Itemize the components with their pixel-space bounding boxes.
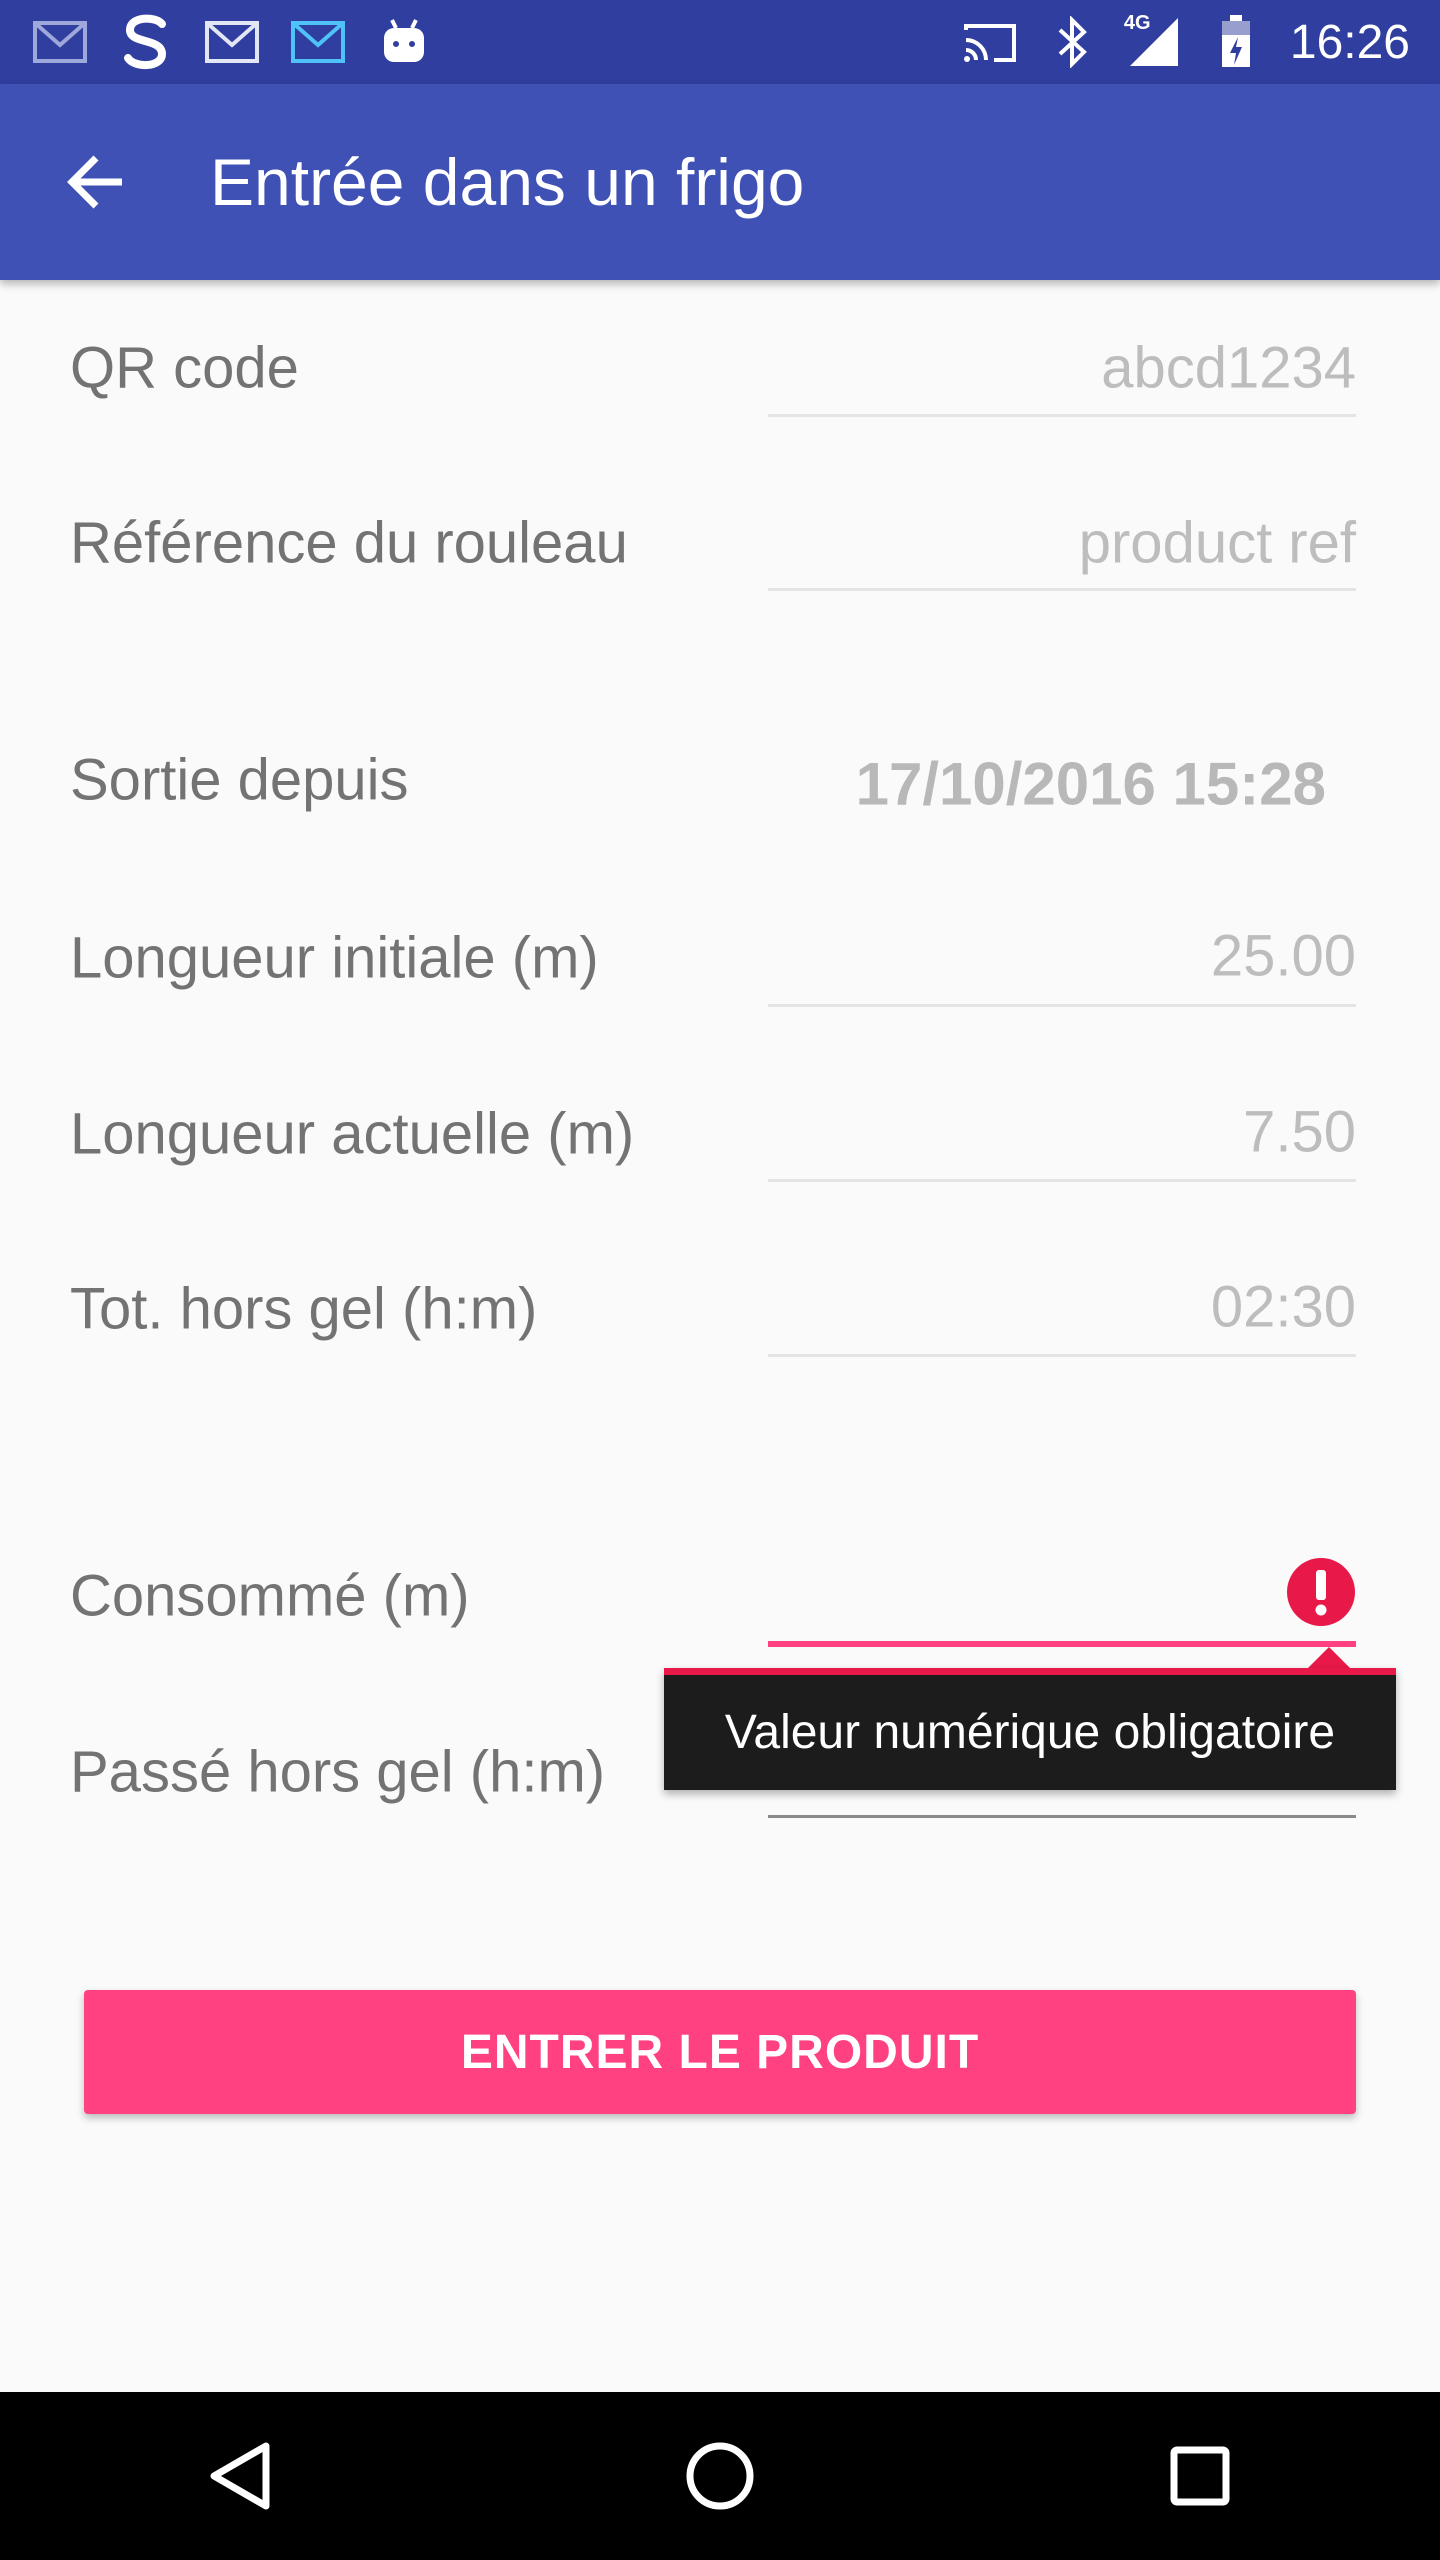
home-circle-icon bbox=[686, 2442, 754, 2510]
mail-icon bbox=[290, 14, 346, 70]
qr-code-label: QR code bbox=[70, 335, 299, 401]
error-tooltip-text: Valeur numérique obligatoire bbox=[724, 1706, 1336, 1759]
enter-product-button[interactable]: ENTRER LE PRODUIT bbox=[84, 1990, 1356, 2114]
tot-hors-gel-field[interactable]: 02:30 bbox=[1211, 1274, 1356, 1341]
longueur-actuelle-underline bbox=[768, 1179, 1356, 1182]
clock: 16:26 bbox=[1289, 15, 1410, 69]
back-triangle-icon bbox=[210, 2442, 270, 2510]
mail-icon bbox=[204, 14, 260, 70]
status-bar: 4G 16:26 bbox=[0, 0, 1440, 84]
consomme-label: Consommé (m) bbox=[70, 1563, 470, 1629]
longueur-initiale-underline bbox=[768, 1004, 1356, 1007]
sortie-date-value[interactable]: 17/10/2016 15:28 bbox=[856, 750, 1326, 819]
nav-back-button[interactable] bbox=[185, 2421, 295, 2531]
qr-code-field[interactable]: abcd1234 bbox=[1101, 335, 1356, 402]
notification-icons bbox=[0, 14, 432, 70]
s-app-icon bbox=[118, 14, 174, 70]
cast-icon bbox=[962, 14, 1018, 70]
error-tooltip: Valeur numérique obligatoire bbox=[664, 1668, 1396, 1790]
nav-recents-button[interactable] bbox=[1145, 2421, 1255, 2531]
signal-icon: 4G bbox=[1123, 12, 1182, 70]
network-label: 4G bbox=[1123, 12, 1151, 34]
bluetooth-icon bbox=[1044, 14, 1100, 70]
sortie-label: Sortie depuis bbox=[70, 747, 409, 813]
enter-product-button-label: ENTRER LE PRODUIT bbox=[460, 2025, 980, 2079]
nav-home-button[interactable] bbox=[665, 2421, 775, 2531]
longueur-initiale-field[interactable]: 25.00 bbox=[1211, 923, 1356, 990]
error-tooltip-arrow bbox=[1307, 1647, 1351, 1669]
error-icon bbox=[1287, 1558, 1355, 1626]
back-button[interactable] bbox=[48, 134, 144, 230]
page-title: Entrée dans un frigo bbox=[210, 145, 805, 219]
system-icons: 4G 16:26 bbox=[962, 12, 1440, 70]
android-icon bbox=[376, 14, 432, 70]
reference-label: Référence du rouleau bbox=[70, 510, 628, 576]
longueur-actuelle-label: Longueur actuelle (m) bbox=[70, 1101, 635, 1167]
recents-square-icon bbox=[1170, 2446, 1230, 2506]
longueur-initiale-label: Longueur initiale (m) bbox=[70, 925, 599, 991]
mail-icon bbox=[32, 14, 88, 70]
longueur-actuelle-field[interactable]: 7.50 bbox=[1243, 1099, 1356, 1166]
consomme-error-underline bbox=[768, 1641, 1356, 1647]
qr-code-underline bbox=[768, 414, 1356, 417]
navigation-bar bbox=[0, 2392, 1440, 2560]
passe-hors-gel-label: Passé hors gel (h:m) bbox=[70, 1739, 606, 1805]
arrow-back-icon bbox=[67, 155, 122, 209]
battery-icon bbox=[1208, 14, 1264, 70]
passe-hors-gel-underline bbox=[768, 1815, 1356, 1818]
app-bar: Entrée dans un frigo bbox=[0, 84, 1440, 280]
tot-hors-gel-label: Tot. hors gel (h:m) bbox=[70, 1276, 538, 1342]
tot-hors-gel-underline bbox=[768, 1354, 1356, 1357]
reference-underline bbox=[768, 588, 1356, 591]
reference-field[interactable]: product ref bbox=[1079, 510, 1356, 577]
